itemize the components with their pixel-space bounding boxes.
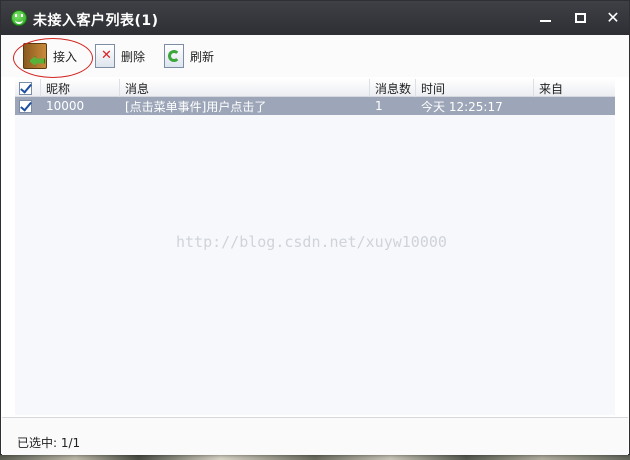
checkbox-checked-icon[interactable] [19, 99, 32, 113]
delete-x-mark: ✕ [101, 48, 112, 63]
refresh-label: 刷新 [190, 49, 215, 64]
maximize-button[interactable] [566, 7, 594, 29]
accept-label: 接入 [53, 49, 78, 64]
delete-label: 删除 [121, 49, 146, 64]
cell-time: 今天 12:25:17 [421, 99, 503, 114]
selection-status: 已选中: 1/1 [17, 436, 81, 450]
customer-list-window: 未接入客户列表(1) ✕ 接入 ✕ 删除 刷新 昵称 消息 消息数 时间 来自 … [0, 0, 630, 455]
cell-message: [点击菜单事件]用户点击了 [125, 99, 267, 114]
column-header-message[interactable]: 消息 [120, 79, 370, 97]
smiley-app-icon [11, 10, 27, 26]
status-bar: 已选中: 1/1 [2, 418, 628, 455]
cell-count: 1 [375, 99, 383, 113]
document-delete-icon: ✕ [95, 44, 115, 68]
row-select-cell[interactable] [15, 97, 41, 115]
header-select-all[interactable] [15, 79, 41, 97]
close-icon: ✕ [606, 8, 620, 27]
minimize-icon [539, 20, 551, 22]
title-bar[interactable]: 未接入客户列表(1) ✕ [1, 1, 629, 35]
table-row[interactable]: 10000 [点击菜单事件]用户点击了 1 今天 12:25:17 [15, 97, 615, 115]
toolbar: 接入 ✕ 删除 刷新 [1, 35, 629, 77]
delete-button[interactable]: ✕ 删除 [95, 39, 159, 73]
document-refresh-icon [164, 44, 184, 68]
column-header-nickname[interactable]: 昵称 [41, 79, 120, 97]
table-header: 昵称 消息 消息数 时间 来自 [15, 79, 615, 97]
checkbox-checked-icon[interactable] [19, 81, 32, 95]
maximize-icon [574, 13, 586, 23]
column-header-count[interactable]: 消息数 [370, 79, 416, 97]
column-header-time[interactable]: 时间 [416, 79, 534, 97]
watermark-text: http://blog.csdn.net/xuyw10000 [176, 233, 447, 251]
cell-from [534, 97, 615, 115]
column-header-from[interactable]: 来自 [534, 79, 615, 97]
refresh-arrow-mark [168, 50, 180, 62]
refresh-button[interactable]: 刷新 [164, 39, 228, 73]
door-enter-icon [23, 43, 47, 69]
table-body: 10000 [点击菜单事件]用户点击了 1 今天 12:25:17 [15, 97, 615, 415]
accept-button[interactable]: 接入 [15, 39, 93, 73]
close-button[interactable]: ✕ [599, 7, 627, 29]
minimize-button[interactable] [531, 7, 559, 29]
window-title: 未接入客户列表(1) [33, 13, 159, 29]
cell-nickname: 10000 [46, 99, 85, 113]
